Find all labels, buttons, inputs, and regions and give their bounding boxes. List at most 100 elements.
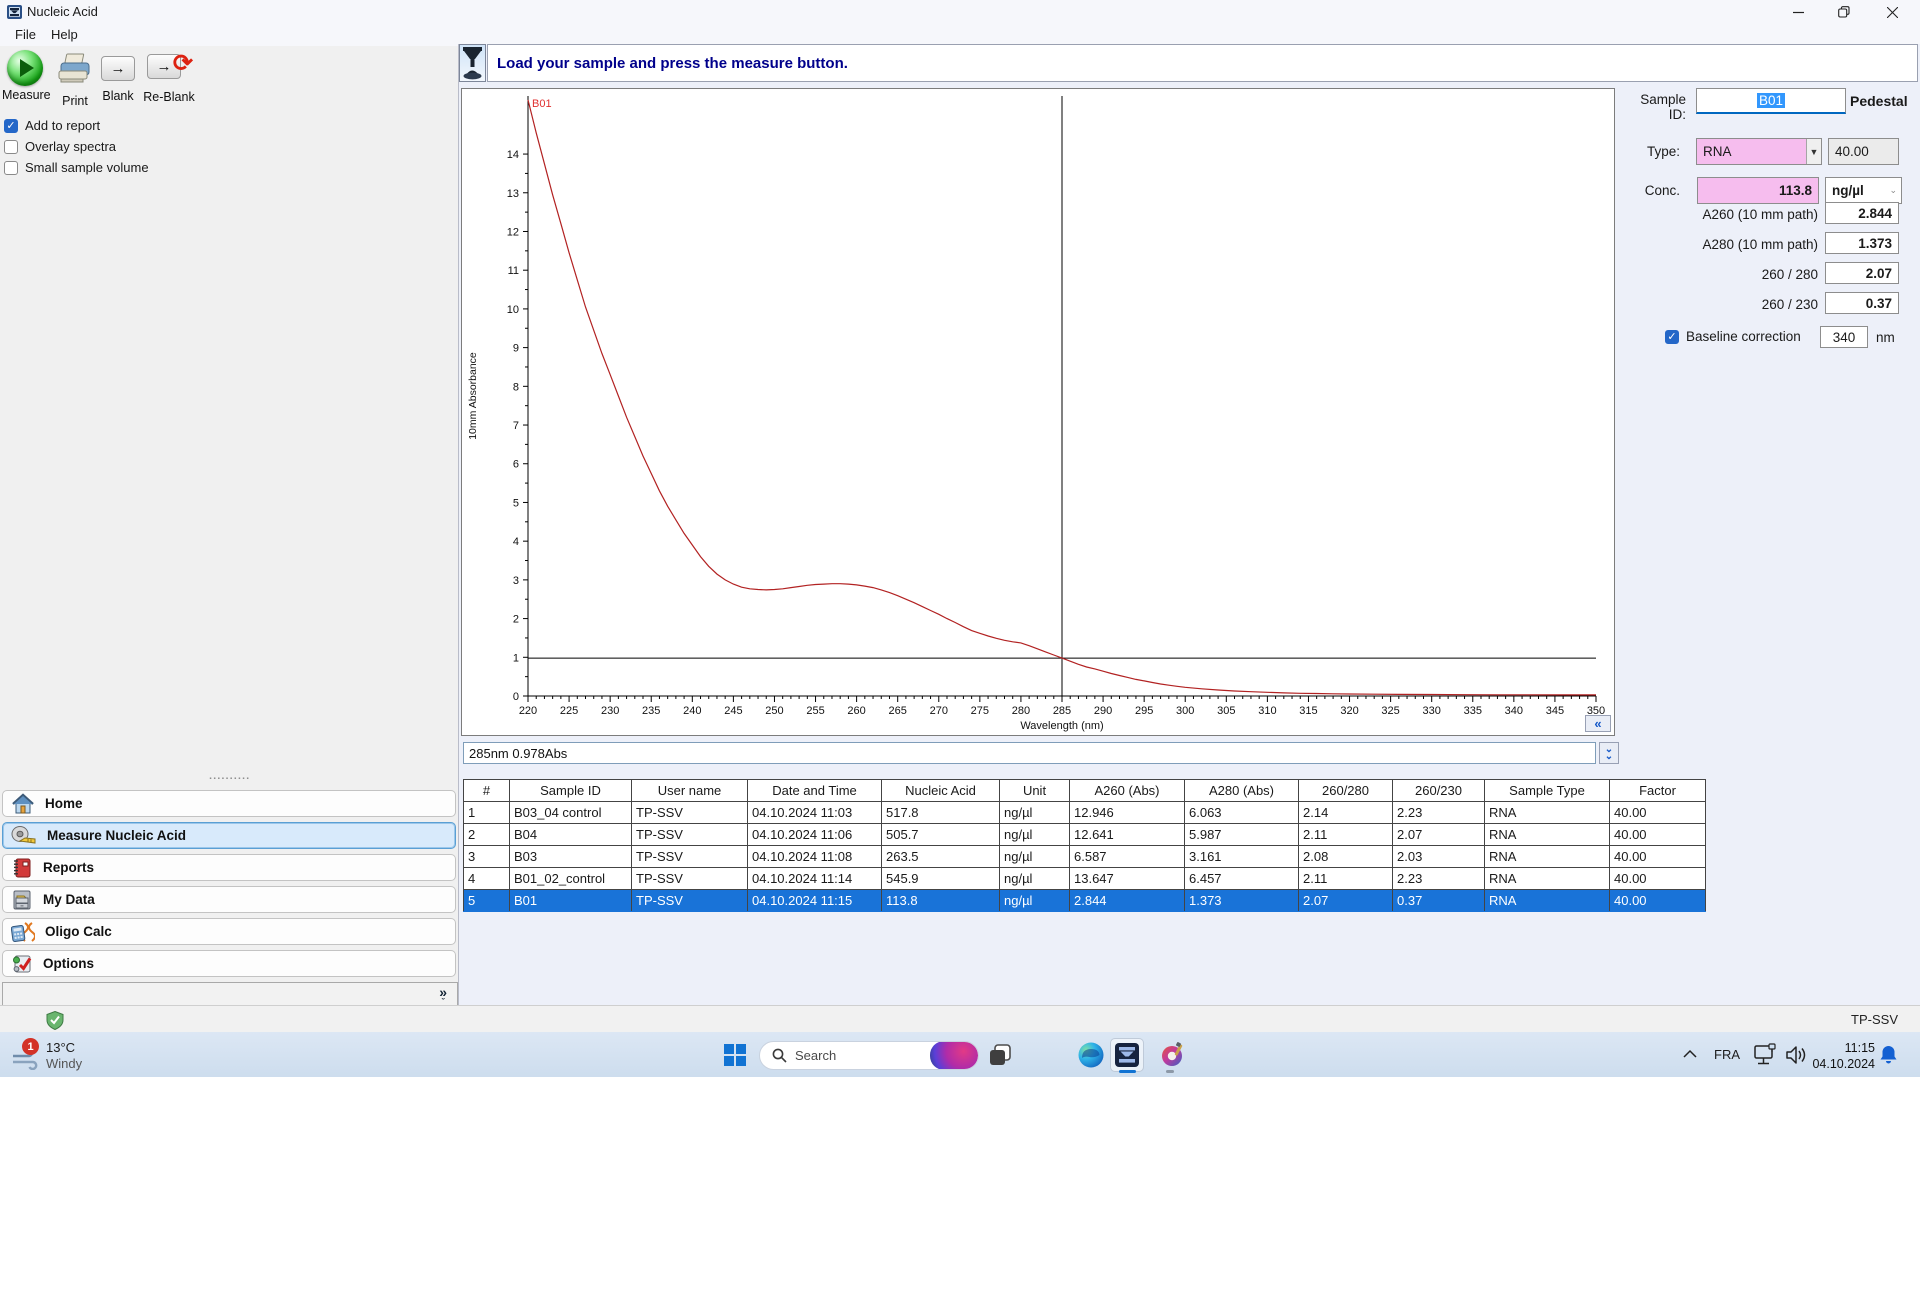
chart-ticks: 220 225 230 235 240 245 250 255 260 265 270 275 280 2… [507, 149, 1605, 717]
measure-button[interactable]: Measure [2, 50, 51, 106]
minimize-button[interactable] [1776, 0, 1821, 24]
table-row[interactable]: 2 B04 TP-SSV 04.10.2024 11:06 505.7 ng/µl 12.6… [463, 823, 1706, 846]
weather-widget[interactable]: 1 13°C Windy [10, 1036, 130, 1074]
network-icon [1754, 1043, 1776, 1065]
column-header[interactable]: User name [631, 779, 748, 802]
column-header[interactable]: 260/230 [1392, 779, 1485, 802]
clock-time: 11:15 [1844, 1041, 1875, 1055]
table-cell: 1 [463, 801, 510, 824]
a260-value: 2.844 [1858, 205, 1892, 221]
absorbance-spectrum-chart[interactable]: 220 225 230 235 240 245 250 255 260 265 270 275 280 2… [462, 89, 1614, 735]
start-button[interactable] [718, 1038, 752, 1072]
nucleic-acid-app-icon [1115, 1043, 1139, 1067]
reblank-icon: → ⟳ [147, 52, 193, 84]
paint-app-button[interactable] [1156, 1038, 1190, 1072]
svg-text:245: 245 [724, 705, 742, 717]
expand-down-button[interactable]: ⌄ ⌄ [1599, 742, 1619, 764]
checkbox-label: Small sample volume [25, 160, 149, 175]
sidebar-item-my-data[interactable]: My Data [2, 886, 456, 913]
table-row[interactable]: 3 B03 TP-SSV 04.10.2024 11:08 263.5 ng/µl 6.58… [463, 845, 1706, 868]
baseline-correction-checkbox[interactable]: ✓ Baseline correction [1665, 328, 1801, 345]
splitter-handle[interactable]: ▪▪▪▪▪▪▪▪▪▪ [190, 777, 270, 782]
nucleic-acid-app-button[interactable] [1110, 1038, 1144, 1072]
sidebar-item-home[interactable]: Home [2, 790, 456, 817]
table-cell: 40.00 [1609, 845, 1706, 868]
sidebar-item-oligo-calc[interactable]: Oligo Calc [2, 918, 456, 945]
svg-text:5: 5 [513, 497, 519, 509]
column-header[interactable]: A260 (Abs) [1069, 779, 1185, 802]
baseline-wavelength-input[interactable]: 340 [1820, 326, 1868, 348]
conc-value: 113.8 [1778, 183, 1812, 198]
restore-button[interactable] [1821, 0, 1866, 24]
svg-text:335: 335 [1464, 705, 1482, 717]
sidebar-collapse-bar[interactable]: » ˇ [2, 982, 458, 1007]
table-cell: TP-SSV [631, 867, 748, 890]
column-header[interactable]: Factor [1609, 779, 1706, 802]
svg-text:230: 230 [601, 705, 619, 717]
table-cell: 40.00 [1609, 823, 1706, 846]
tray-expand-button[interactable] [1683, 1046, 1697, 1064]
table-cell: 0.37 [1392, 889, 1485, 912]
sidebar-item-reports[interactable]: Reports [2, 854, 456, 881]
column-header[interactable]: Date and Time [747, 779, 882, 802]
blank-arrow-icon: → [101, 56, 135, 81]
table-cell: 1.373 [1184, 889, 1299, 912]
reblank-button[interactable]: → ⟳ Re-Blank [142, 50, 196, 106]
network-button[interactable] [1753, 1043, 1779, 1072]
column-header[interactable]: # [463, 779, 510, 802]
svg-text:11: 11 [508, 265, 519, 277]
edge-browser-button[interactable] [1074, 1038, 1108, 1072]
notifications-button[interactable] [1879, 1045, 1898, 1070]
table-cell: ng/µl [999, 801, 1070, 824]
column-header[interactable]: Unit [999, 779, 1070, 802]
column-header[interactable]: 260/280 [1298, 779, 1393, 802]
unit-dropdown[interactable]: ng/µl ⌄ [1825, 177, 1902, 204]
column-header[interactable]: Nucleic Acid [881, 779, 1000, 802]
svg-text:280: 280 [1012, 705, 1030, 717]
spectrum-chart-panel[interactable]: 220 225 230 235 240 245 250 255 260 265 270 275 280 2… [461, 88, 1615, 736]
table-cell: 2.11 [1298, 867, 1393, 890]
column-header[interactable]: Sample ID [509, 779, 632, 802]
sample-id-input[interactable]: B01 [1696, 88, 1846, 114]
clock[interactable]: 11:15 04.10.2024 [1812, 1040, 1875, 1072]
language-indicator[interactable]: FRA [1714, 1047, 1740, 1062]
table-cell: ng/µl [999, 845, 1070, 868]
print-button[interactable]: Print [52, 50, 98, 108]
menu-file[interactable]: File [8, 25, 43, 49]
task-view-button[interactable] [983, 1038, 1017, 1072]
volume-button[interactable] [1785, 1045, 1807, 1070]
ratio-260-280-field: 2.07 [1825, 262, 1899, 284]
table-cell: 545.9 [881, 867, 1000, 890]
table-row[interactable]: 4 B01_02_control TP-SSV 04.10.2024 11:14 545… [463, 867, 1706, 890]
conc-field[interactable]: 113.8 [1697, 177, 1819, 204]
taskbar-search[interactable]: Search [759, 1041, 979, 1070]
collapse-left-button[interactable]: « [1585, 715, 1611, 732]
paint-app-icon [1162, 1042, 1183, 1066]
table-row[interactable]: 1 B03_04 control TP-SSV 04.10.2024 11:03 517… [463, 801, 1706, 824]
table-cell: 2.23 [1392, 867, 1485, 890]
chevron-down-icon[interactable]: ▼ [1805, 139, 1821, 164]
table-cell: 2.03 [1392, 845, 1485, 868]
blank-button[interactable]: → Blank [98, 50, 138, 106]
chevron-more-icon: » ˇ [439, 984, 447, 1007]
overlay-spectra-checkbox[interactable]: Overlay spectra [4, 138, 116, 155]
type-dropdown[interactable]: RNA ▼ [1696, 138, 1822, 165]
app-icon [7, 5, 22, 19]
table-row[interactable]: 5 B01 TP-SSV 04.10.2024 11:15 113.8 ng/µl 2.84… [463, 889, 1706, 912]
sidebar-item-measure-nucleic-acid[interactable]: Measure Nucleic Acid [2, 822, 456, 849]
table-cell: ng/µl [999, 867, 1070, 890]
svg-text:7: 7 [513, 420, 519, 432]
type-factor-field[interactable]: 40.00 [1828, 138, 1899, 165]
conc-label: Conc. [1644, 183, 1680, 198]
add-to-report-checkbox[interactable]: ✓ Add to report [4, 117, 100, 134]
a280-field: 1.373 [1825, 232, 1899, 254]
sidebar-item-options[interactable]: Options [2, 950, 456, 977]
table-cell: 5 [463, 889, 510, 912]
close-button[interactable] [1866, 0, 1918, 24]
menu-help[interactable]: Help [44, 25, 85, 49]
column-header[interactable]: A280 (Abs) [1184, 779, 1299, 802]
column-header[interactable]: Sample Type [1484, 779, 1610, 802]
table-cell: 6.457 [1184, 867, 1299, 890]
crosshair[interactable] [528, 96, 1596, 696]
small-sample-volume-checkbox[interactable]: Small sample volume [4, 159, 149, 176]
